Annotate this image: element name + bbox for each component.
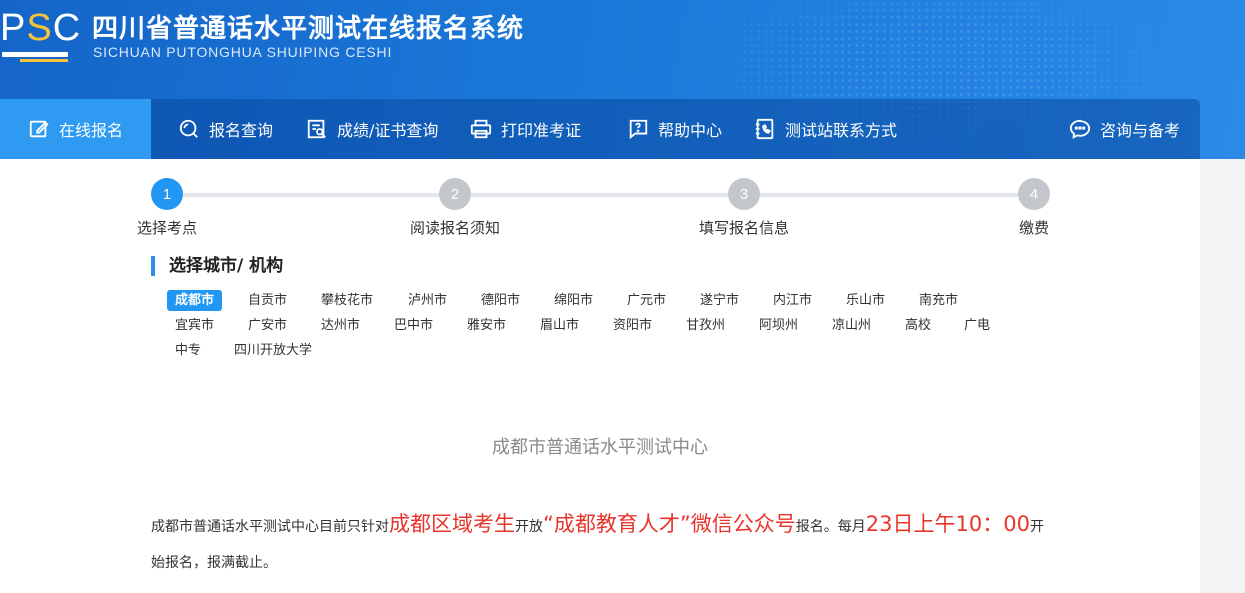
notice-highlight: “成都教育人才”微信公众号 — [543, 512, 796, 536]
city-guangyuan[interactable]: 广元市 — [619, 290, 674, 311]
city-neijiang[interactable]: 内江市 — [765, 290, 820, 311]
step-3-label: 填写报名信息 — [698, 219, 790, 237]
chat-icon — [1069, 119, 1091, 139]
city-ziyang[interactable]: 资阳市 — [605, 315, 660, 336]
city-meishan[interactable]: 眉山市 — [532, 315, 587, 336]
notice-text: 开放 — [515, 519, 543, 535]
city-liangshan[interactable]: 凉山州 — [824, 315, 879, 336]
nav-label: 打印准考证 — [501, 121, 582, 140]
nav-label: 在线报名 — [59, 121, 124, 140]
step-connector — [183, 193, 439, 197]
city-bazhong[interactable]: 巴中市 — [386, 315, 441, 336]
nav-help-center[interactable]: 帮助中心 — [627, 99, 722, 159]
step-1-circle: 1 — [151, 178, 183, 210]
city-ganzi[interactable]: 甘孜州 — [678, 315, 733, 336]
city-aba[interactable]: 阿坝州 — [751, 315, 806, 336]
nav-label: 成绩/证书查询 — [337, 121, 439, 140]
city-panzhihua[interactable]: 攀枝花市 — [313, 290, 381, 311]
city-nanchong[interactable]: 南充市 — [911, 290, 966, 311]
step-2-label: 阅读报名须知 — [409, 219, 501, 237]
step-connector — [471, 193, 728, 197]
nav-test-station-contact[interactable]: 测试站联系方式 — [754, 99, 897, 159]
city-dazhou[interactable]: 达州市 — [313, 315, 368, 336]
section-title: 选择城市/ 机构 — [151, 256, 283, 276]
contact-book-icon — [755, 118, 774, 140]
nav-registration-query[interactable]: 报名查询 — [178, 99, 273, 159]
city-sichuan-open-university[interactable]: 四川开放大学 — [226, 340, 320, 361]
city-mianyang[interactable]: 绵阳市 — [546, 290, 601, 311]
center-title: 成都市普通话水平测试中心 — [492, 437, 708, 458]
nav-online-registration[interactable]: 在线报名 — [0, 99, 151, 159]
city-broadcast[interactable]: 广电 — [956, 315, 998, 336]
notice-highlight: 23日上午10：00 — [865, 512, 1030, 536]
printer-icon — [470, 119, 492, 139]
step-3-circle: 3 — [728, 178, 760, 210]
nav-label: 咨询与备考 — [1100, 121, 1181, 140]
certificate-search-icon — [307, 119, 326, 139]
city-suining[interactable]: 遂宁市 — [692, 290, 747, 311]
step-4-label: 缴费 — [1018, 219, 1050, 237]
step-connector — [760, 193, 1018, 197]
site-subtitle: SICHUAN PUTONGHUA SHUIPING CESHI — [93, 44, 393, 60]
notice-highlight: 成都区域考生 — [389, 512, 515, 536]
notice-text: 报名。每月 — [795, 519, 866, 535]
nav-label: 帮助中心 — [658, 121, 723, 140]
city-vocational-school[interactable]: 中专 — [167, 340, 209, 361]
help-icon — [629, 119, 648, 140]
city-deyang[interactable]: 德阳市 — [473, 290, 528, 311]
city-zigong[interactable]: 自贡市 — [240, 290, 295, 311]
nav-score-certificate-query[interactable]: 成绩/证书查询 — [306, 99, 438, 159]
city-leshan[interactable]: 乐山市 — [838, 290, 893, 311]
city-guangan[interactable]: 广安市 — [240, 315, 295, 336]
registration-notice: 成都市普通话水平测试中心目前只针对成都区域考生开放“成都教育人才”微信公众号报名… — [151, 506, 1046, 581]
step-1-label: 选择考点 — [136, 219, 198, 237]
site-title: 四川省普通话水平测试在线报名系统 — [92, 14, 525, 44]
city-yaan[interactable]: 雅安市 — [459, 315, 514, 336]
step-2-circle: 2 — [439, 178, 471, 210]
notice-text: 成都市普通话水平测试中心目前只针对 — [151, 519, 389, 535]
nav-consult-prepare[interactable]: 咨询与备考 — [1069, 99, 1180, 159]
city-chengdu[interactable]: 成都市 — [167, 290, 223, 311]
psc-logo: PSC — [0, 8, 80, 62]
city-university[interactable]: 高校 — [897, 315, 939, 336]
nav-print-admission-ticket[interactable]: 打印准考证 — [470, 99, 581, 159]
search-icon — [179, 119, 198, 138]
nav-label: 测试站联系方式 — [785, 121, 898, 140]
city-luzhou[interactable]: 泸州市 — [400, 290, 455, 311]
edit-icon — [29, 120, 49, 138]
nav-label: 报名查询 — [209, 121, 274, 140]
step-4-circle: 4 — [1018, 178, 1050, 210]
city-yibin[interactable]: 宜宾市 — [167, 315, 222, 336]
main-nav: 在线报名 报名查询 成绩/证书查询 打印准考证 帮助中心 测试站联系方式 咨询与… — [0, 99, 1200, 159]
